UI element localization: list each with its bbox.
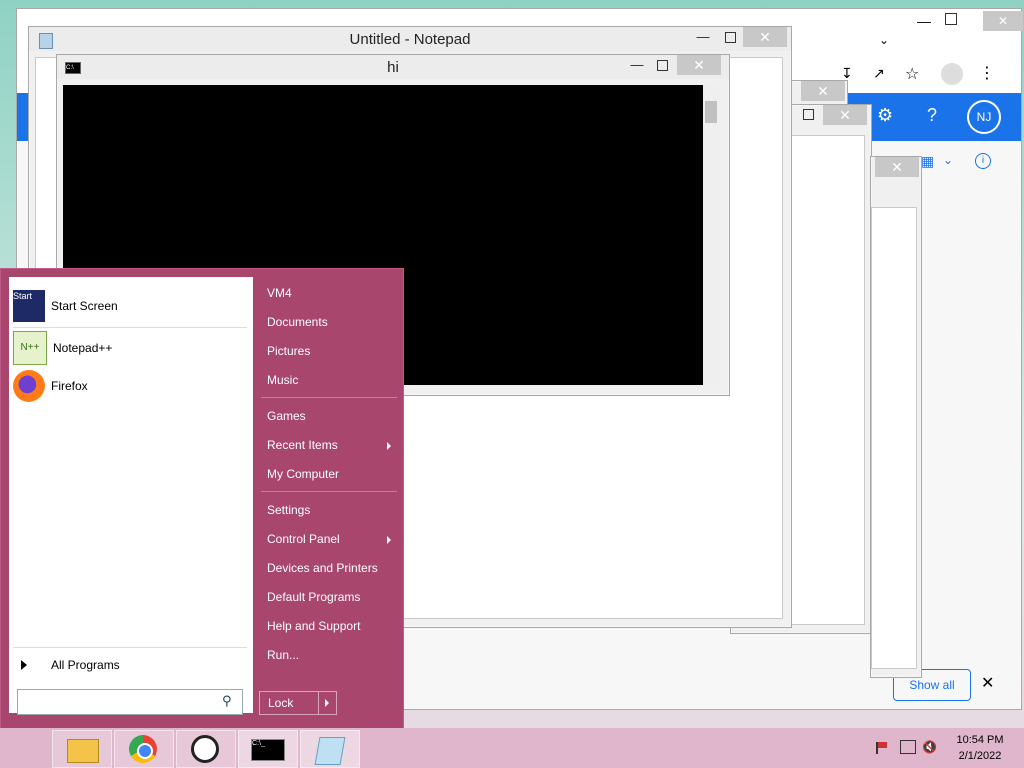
gear-icon[interactable]: ⚙ bbox=[877, 105, 893, 126]
taskbar: C:\_ 🔇 10:54 PM 2/1/2022 bbox=[0, 728, 1024, 768]
program-notepadpp[interactable]: N++ Notepad++ bbox=[13, 331, 112, 365]
close-icon[interactable]: ✕ bbox=[983, 11, 1023, 31]
share-icon[interactable]: ↗ bbox=[873, 65, 885, 82]
program-firefox[interactable]: Firefox bbox=[13, 369, 88, 403]
link-vm4[interactable]: VM4 bbox=[267, 286, 292, 300]
firefox-icon bbox=[13, 370, 45, 402]
clock-time[interactable]: 10:54 PM bbox=[948, 734, 1012, 746]
start-screen-icon: Start bbox=[13, 290, 45, 322]
divider bbox=[261, 397, 397, 398]
network-icon[interactable] bbox=[900, 740, 916, 754]
close-icon[interactable]: ✕ bbox=[823, 105, 867, 125]
close-icon[interactable]: ✕ bbox=[981, 673, 994, 693]
app-icon[interactable] bbox=[176, 730, 236, 768]
minimize-icon[interactable]: — bbox=[917, 13, 931, 29]
scrollbar[interactable] bbox=[703, 85, 719, 385]
close-icon[interactable]: ✕ bbox=[743, 27, 787, 47]
close-icon[interactable]: ✕ bbox=[801, 81, 845, 101]
star-icon[interactable]: ☆ bbox=[905, 64, 919, 84]
divider bbox=[261, 491, 397, 492]
volume-muted-icon[interactable]: 🔇 bbox=[922, 740, 937, 754]
chevron-down-icon[interactable]: ⌄ bbox=[943, 153, 953, 167]
window-title: Untitled - Notepad bbox=[349, 31, 471, 48]
lock-button[interactable]: Lock bbox=[259, 691, 337, 715]
submenu-arrow-icon bbox=[387, 442, 391, 450]
maximize-icon[interactable] bbox=[725, 32, 736, 43]
link-recent-items[interactable]: Recent Items bbox=[267, 438, 338, 452]
text-area[interactable] bbox=[871, 207, 917, 669]
program-label: Start Screen bbox=[51, 299, 118, 313]
chevron-right-icon bbox=[21, 660, 27, 670]
all-programs[interactable]: All Programs bbox=[21, 655, 245, 675]
flag-icon[interactable] bbox=[876, 742, 888, 754]
scroll-thumb[interactable] bbox=[705, 101, 717, 123]
close-icon[interactable]: ✕ bbox=[677, 55, 721, 75]
link-my-computer[interactable]: My Computer bbox=[267, 467, 339, 481]
notepad-icon[interactable] bbox=[300, 730, 360, 768]
notepad-titlebar: Untitled - Notepad — ✕ bbox=[29, 27, 791, 51]
program-start-screen[interactable]: Start Start Screen bbox=[13, 289, 118, 323]
lock-label: Lock bbox=[268, 696, 294, 710]
divider bbox=[13, 647, 247, 648]
programs-pane: Start Start Screen N++ Notepad++ Firefox… bbox=[9, 277, 253, 715]
start-menu: Start Start Screen N++ Notepad++ Firefox… bbox=[0, 268, 404, 730]
search-input[interactable] bbox=[20, 692, 214, 712]
submenu-arrow-icon bbox=[387, 536, 391, 544]
link-run[interactable]: Run... bbox=[267, 648, 299, 662]
link-games[interactable]: Games bbox=[267, 409, 306, 423]
maximize-icon[interactable] bbox=[945, 13, 957, 25]
file-explorer-icon[interactable] bbox=[52, 730, 112, 768]
help-icon[interactable]: ? bbox=[927, 105, 937, 126]
program-label: Firefox bbox=[51, 379, 88, 393]
avatar[interactable]: NJ bbox=[967, 100, 1001, 134]
menu-icon[interactable]: ⋮ bbox=[979, 63, 995, 83]
profile-icon[interactable] bbox=[941, 63, 963, 85]
link-pictures[interactable]: Pictures bbox=[267, 344, 310, 358]
info-icon[interactable]: i bbox=[975, 153, 991, 169]
link-devices-and-printers[interactable]: Devices and Printers bbox=[267, 561, 378, 575]
minimize-icon[interactable]: — bbox=[623, 55, 651, 75]
link-documents[interactable]: Documents bbox=[267, 315, 328, 329]
notepadpp-icon: N++ bbox=[13, 331, 47, 365]
clock-date[interactable]: 2/1/2022 bbox=[948, 750, 1012, 762]
grid-icon[interactable]: ▦ bbox=[921, 153, 934, 170]
link-default-programs[interactable]: Default Programs bbox=[267, 590, 360, 604]
link-settings[interactable]: Settings bbox=[267, 503, 310, 517]
lock-options-icon[interactable] bbox=[318, 692, 337, 714]
search-icon[interactable]: ⚲ bbox=[222, 693, 232, 709]
close-icon[interactable]: ✕ bbox=[875, 157, 919, 177]
search-box[interactable]: ⚲ bbox=[17, 689, 243, 715]
chevron-down-icon[interactable]: ⌄ bbox=[879, 33, 889, 47]
chrome-icon[interactable] bbox=[114, 730, 174, 768]
maximize-icon[interactable] bbox=[657, 60, 668, 71]
background-window-3: ✕ bbox=[870, 156, 922, 678]
link-control-panel[interactable]: Control Panel bbox=[267, 532, 340, 546]
link-music[interactable]: Music bbox=[267, 373, 298, 387]
cmd-icon[interactable]: C:\_ bbox=[238, 730, 298, 768]
minimize-icon[interactable]: — bbox=[689, 27, 717, 47]
program-label: Notepad++ bbox=[53, 341, 113, 355]
all-programs-label: All Programs bbox=[51, 658, 120, 672]
divider bbox=[13, 327, 247, 328]
cmd-titlebar: C:\ hi — ✕ bbox=[57, 55, 729, 79]
maximize-icon[interactable] bbox=[803, 109, 814, 120]
link-help-and-support[interactable]: Help and Support bbox=[267, 619, 360, 633]
